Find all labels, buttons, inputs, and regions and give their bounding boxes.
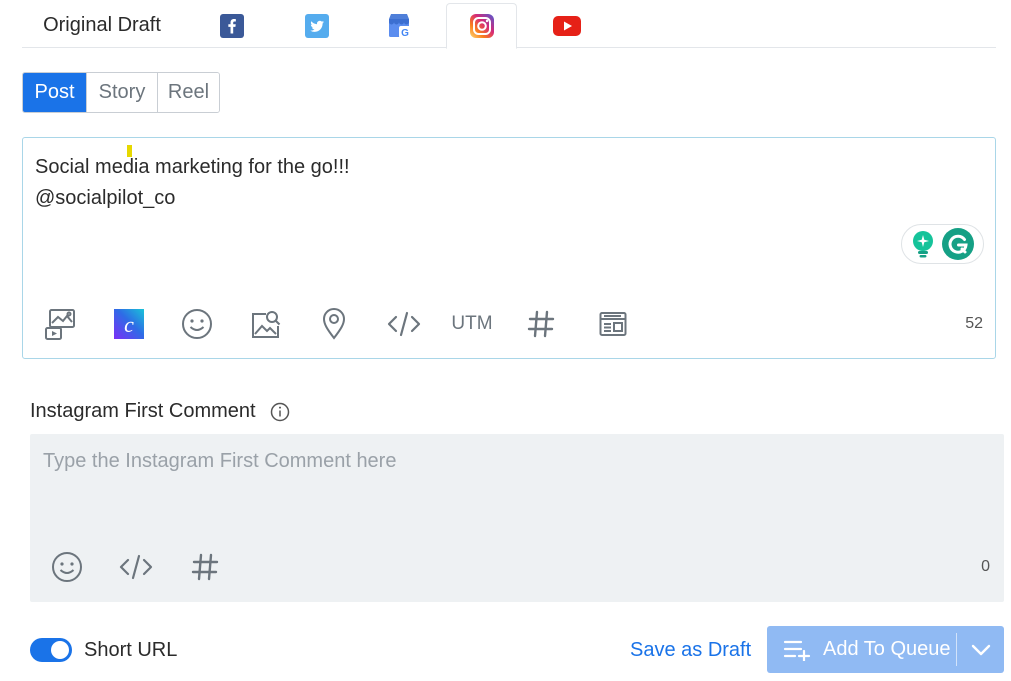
- post-type-post-label: Post: [34, 81, 75, 103]
- queue-options-dropdown[interactable]: [957, 626, 1004, 673]
- location-pin-icon: [322, 308, 346, 340]
- lightbulb-icon[interactable]: [911, 230, 935, 258]
- add-to-queue-label: Add To Queue: [823, 638, 951, 660]
- utm-label: UTM: [451, 313, 493, 334]
- code-icon: [119, 554, 153, 580]
- canva-button[interactable]: c: [113, 307, 145, 341]
- canva-icon: c: [114, 309, 144, 339]
- youtube-icon: [553, 15, 581, 36]
- post-text[interactable]: Social media marketing for the go!!! @so…: [35, 152, 350, 214]
- hashtag-icon: [527, 310, 555, 338]
- add-to-queue-button-group: Add To Queue: [767, 626, 1004, 673]
- short-url-toggle[interactable]: [30, 638, 72, 662]
- post-editor[interactable]: Social media marketing for the go!!! @so…: [22, 137, 996, 359]
- tab-google-business[interactable]: G: [379, 3, 419, 48]
- short-url-label: Short URL: [84, 639, 178, 661]
- tab-facebook[interactable]: [212, 3, 252, 48]
- tab-youtube[interactable]: [547, 3, 587, 48]
- tab-twitter[interactable]: [297, 3, 337, 48]
- svg-text:c: c: [124, 312, 134, 337]
- content-library-button[interactable]: [598, 307, 628, 341]
- info-icon[interactable]: [270, 402, 290, 422]
- post-type-reel[interactable]: Reel: [157, 73, 219, 112]
- first-comment-char-count: 0: [981, 558, 990, 575]
- first-comment-label: Instagram First Comment: [30, 400, 256, 422]
- first-comment-input[interactable]: Type the Instagram First Comment here 0: [30, 434, 1004, 602]
- media-upload-button[interactable]: [43, 307, 77, 341]
- grammarly-icon[interactable]: [941, 228, 974, 260]
- svg-text:G: G: [401, 28, 409, 39]
- smiley-icon: [182, 309, 212, 339]
- queue-list-icon: [783, 640, 811, 661]
- instagram-icon: [469, 14, 494, 38]
- post-type-story[interactable]: Story: [86, 73, 157, 112]
- post-type-story-label: Story: [98, 81, 146, 103]
- location-button[interactable]: [319, 307, 349, 341]
- first-comment-placeholder: Type the Instagram First Comment here: [43, 450, 397, 472]
- smiley-icon: [52, 552, 82, 582]
- image-search-button[interactable]: [249, 307, 283, 341]
- first-comment-emoji-button[interactable]: [50, 550, 84, 584]
- embed-code-button[interactable]: [386, 307, 422, 341]
- code-icon: [387, 311, 421, 337]
- emoji-button[interactable]: [180, 307, 214, 341]
- tab-original-draft[interactable]: Original Draft: [22, 3, 182, 48]
- chevron-down-icon: [971, 644, 990, 655]
- add-to-queue-button[interactable]: Add To Queue: [767, 626, 956, 673]
- save-as-draft-link[interactable]: Save as Draft: [630, 637, 751, 663]
- editor-toolbar: c UTM 52: [23, 303, 995, 343]
- network-tabs: Original Draft G: [22, 3, 996, 49]
- grammarly-widget[interactable]: [901, 224, 984, 264]
- hashtag-button[interactable]: [526, 307, 556, 341]
- toggle-knob: [51, 641, 69, 659]
- media-library-icon: [45, 309, 75, 340]
- twitter-icon: [305, 13, 329, 38]
- first-comment-hashtag-button[interactable]: [190, 550, 220, 584]
- hashtag-icon: [191, 553, 219, 581]
- post-type-post[interactable]: Post: [23, 73, 86, 112]
- post-type-selector: Post Story Reel: [22, 72, 220, 113]
- first-comment-code-button[interactable]: [118, 550, 154, 584]
- facebook-icon: [220, 13, 244, 38]
- first-comment-toolbar: 0: [30, 546, 1004, 586]
- google-business-icon: G: [389, 13, 411, 39]
- tab-instagram[interactable]: [446, 3, 517, 49]
- utm-button[interactable]: UTM: [449, 307, 495, 341]
- tab-original-draft-label: Original Draft: [43, 14, 161, 36]
- content-library-icon: [599, 312, 627, 336]
- first-comment-heading: Instagram First Comment: [30, 400, 290, 423]
- post-char-count: 52: [965, 315, 983, 332]
- image-search-icon: [252, 311, 281, 338]
- post-type-reel-label: Reel: [167, 81, 210, 103]
